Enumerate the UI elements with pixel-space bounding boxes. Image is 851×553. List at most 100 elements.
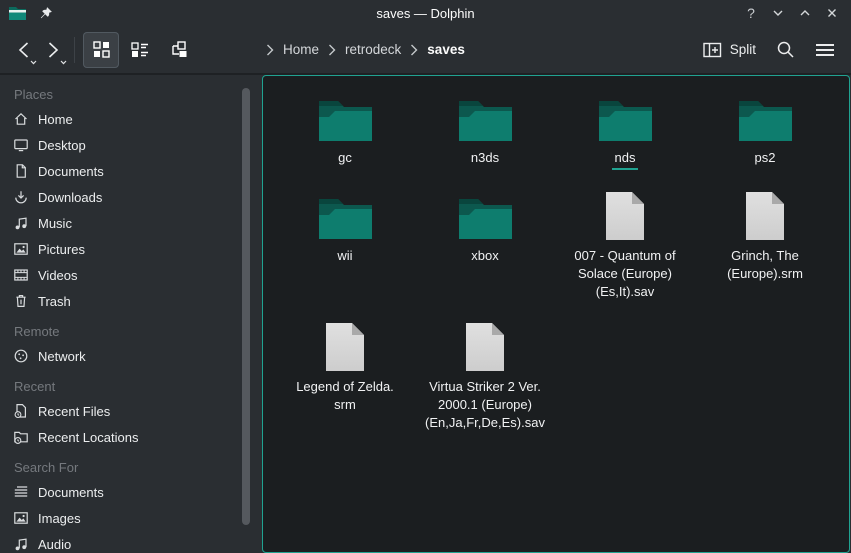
breadcrumb-saves[interactable]: saves [427,42,465,57]
forward-dropdown-icon[interactable] [60,60,67,65]
sidebar-item-recent-locations[interactable]: Recent Locations [0,424,262,450]
details-view-button[interactable] [122,32,158,68]
item-label: nds [612,149,639,170]
folder-icon [317,92,374,144]
document-icon [13,163,29,179]
item-label: 007 - Quantum of Solace (Europe) (Es,It)… [574,247,675,301]
item-label: wii [337,247,352,265]
item-label: ps2 [755,149,776,167]
titlebar[interactable]: saves — Dolphin ? [0,0,851,26]
icons-view-icon [93,41,110,58]
pin-icon[interactable] [38,6,53,21]
toolbar-right: Split [703,40,851,59]
folder-icon [457,92,514,144]
section-title-search-for: Search For [0,456,262,479]
sidebar-item-search-images[interactable]: Images [0,505,262,531]
sidebar-item-recent-files[interactable]: Recent Files [0,398,262,424]
folder-icon [737,92,794,144]
sidebar-item-label: Trash [38,294,71,309]
text-lines-icon [13,484,29,500]
item-label: xbox [471,247,498,265]
recent-locations-icon [13,429,29,445]
toolbar-separator [74,37,75,63]
sidebar-item-search-documents[interactable]: Documents [0,479,262,505]
help-button[interactable]: ? [742,4,760,22]
sidebar-item-label: Downloads [38,190,102,205]
folder-icon [317,190,374,242]
sidebar-item-trash[interactable]: Trash [0,288,262,314]
file-icon [323,321,367,373]
folder-view[interactable]: gc n3ds nds [262,75,850,553]
sidebar-item-search-audio[interactable]: Audio [0,531,262,553]
sidebar-item-label: Images [38,511,81,526]
search-button[interactable] [776,40,795,59]
details-view-icon [131,42,149,58]
icons-view-button[interactable] [83,32,119,68]
sidebar-item-label: Audio [38,537,71,552]
dolphin-window: saves — Dolphin ? [0,0,851,553]
hamburger-icon [815,43,835,57]
sidebar-item-videos[interactable]: Videos [0,262,262,288]
minimize-button[interactable] [769,4,787,22]
folder-item-xbox[interactable]: xbox [415,190,555,265]
section-title-recent: Recent [0,375,262,398]
file-item-legend-of-zelda[interactable]: Legend of Zelda. srm [275,321,415,414]
window-title: saves — Dolphin [0,6,851,21]
item-label: Virtua Striker 2 Ver. 2000.1 (Europe) (E… [425,378,545,432]
file-item-007-quantum-of-solace[interactable]: 007 - Quantum of Solace (Europe) (Es,It)… [555,190,695,301]
item-label: gc [338,149,352,167]
back-dropdown-icon[interactable] [30,60,37,65]
section-recent: Recent Recent Files Recent Loca [0,375,262,450]
image-icon [13,510,29,526]
sidebar-item-label: Network [38,349,86,364]
folder-item-gc[interactable]: gc [275,92,415,167]
search-icon [776,40,795,59]
sidebar-item-label: Recent Locations [38,430,138,445]
breadcrumb: Home retrodeck saves [266,42,465,57]
sidebar-item-label: Desktop [38,138,86,153]
hamburger-menu-button[interactable] [815,43,835,57]
split-button[interactable]: Split [703,42,756,58]
folder-item-nds[interactable]: nds [555,92,695,170]
sidebar-item-label: Pictures [38,242,85,257]
chevron-right-icon [410,44,418,56]
music-note-icon [13,215,29,231]
download-icon [13,189,29,205]
file-icon [463,321,507,373]
folder-item-ps2[interactable]: ps2 [695,92,835,167]
sidebar-item-pictures[interactable]: Pictures [0,236,262,262]
folder-icon [457,190,514,242]
tree-view-button[interactable] [161,32,197,68]
music-note-icon [13,536,29,552]
tree-view-icon [170,41,188,58]
folder-item-n3ds[interactable]: n3ds [415,92,555,167]
maximize-button[interactable] [796,4,814,22]
item-label: n3ds [471,149,499,167]
desktop-icon [13,137,29,153]
film-icon [13,267,29,283]
file-item-virtua-striker-2[interactable]: Virtua Striker 2 Ver. 2000.1 (Europe) (E… [415,321,555,432]
back-button[interactable] [8,32,38,68]
item-label: Legend of Zelda. srm [296,378,394,414]
file-grid: gc n3ds nds [263,76,849,432]
places-panel: Places Home Desktop [0,75,262,553]
app-folder-icon [8,6,27,21]
breadcrumb-retrodeck[interactable]: retrodeck [345,42,401,57]
sidebar-item-downloads[interactable]: Downloads [0,184,262,210]
forward-button[interactable] [38,32,68,68]
close-button[interactable] [823,4,841,22]
trash-icon [13,293,29,309]
sidebar-scrollbar[interactable] [242,88,250,525]
sidebar-item-music[interactable]: Music [0,210,262,236]
sidebar-item-desktop[interactable]: Desktop [0,132,262,158]
file-item-grinch-the[interactable]: Grinch, The (Europe).srm [695,190,835,283]
sidebar-item-home[interactable]: Home [0,106,262,132]
file-icon [743,190,787,242]
folder-item-wii[interactable]: wii [275,190,415,265]
sidebar-item-label: Recent Files [38,404,110,419]
section-title-remote: Remote [0,320,262,343]
sidebar-item-network[interactable]: Network [0,343,262,369]
breadcrumb-home[interactable]: Home [283,42,319,57]
sidebar-item-documents[interactable]: Documents [0,158,262,184]
item-label: Grinch, The (Europe).srm [727,247,803,283]
